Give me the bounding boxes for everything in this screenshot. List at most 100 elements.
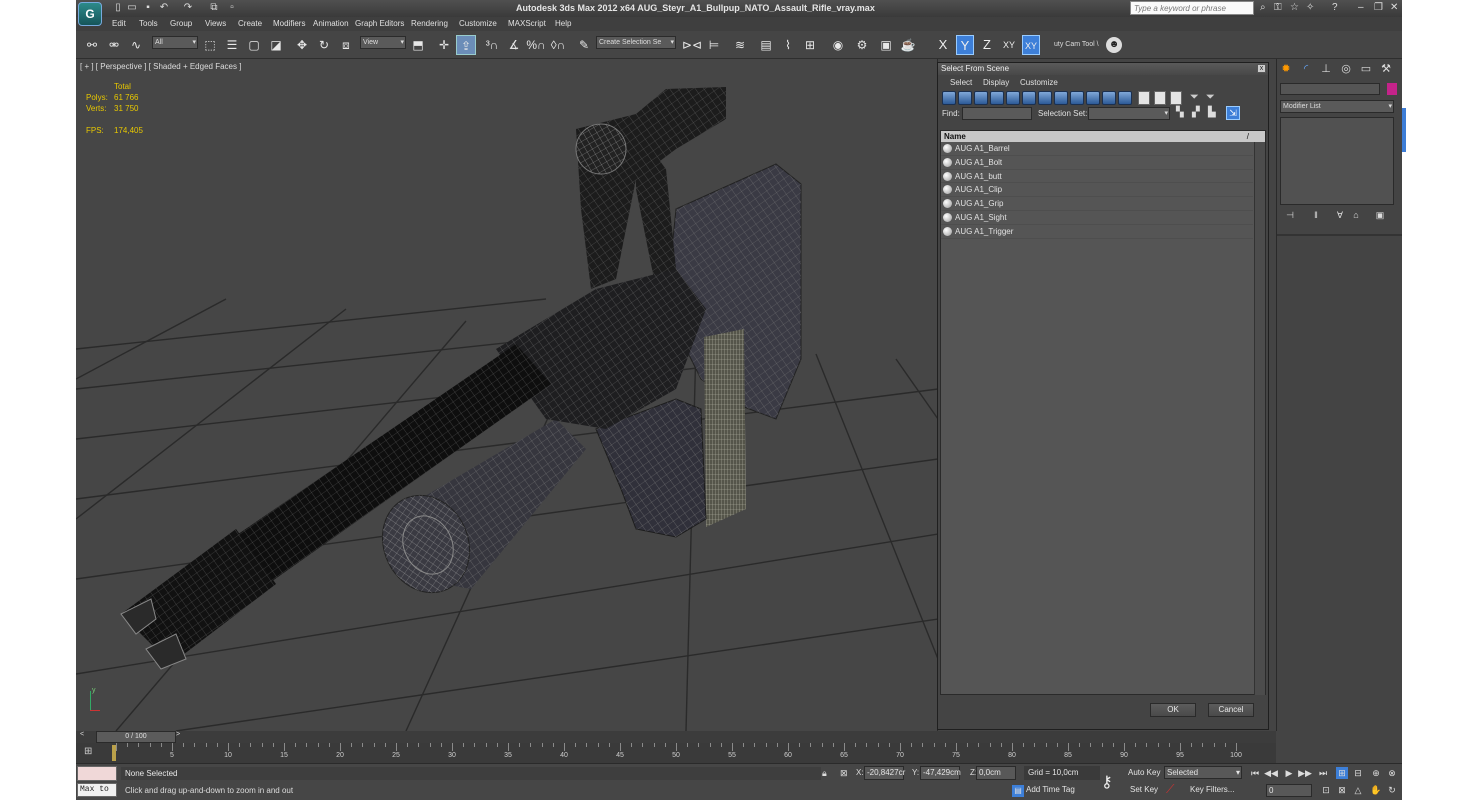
skull-icon[interactable]: ☻ <box>1106 37 1122 53</box>
layer-manager-icon[interactable]: ≋ <box>730 35 750 55</box>
binoculars-icon[interactable]: ⌕ <box>1260 1 1266 15</box>
menu-customize[interactable]: Customize <box>459 19 497 28</box>
show-end-result-icon[interactable]: ‖ <box>1311 210 1321 220</box>
display-all-icon[interactable] <box>1138 91 1150 105</box>
display-cameras-icon[interactable] <box>990 91 1004 105</box>
zoom-icon[interactable]: ⊕ <box>1370 767 1382 779</box>
maxscript-listener-box[interactable] <box>77 766 117 781</box>
zoom-all-icon[interactable]: ⊗ <box>1386 767 1398 779</box>
z-coord-field[interactable]: 0,0cm <box>976 766 1016 780</box>
move-icon[interactable]: ✥ <box>292 35 312 55</box>
select-all-icon[interactable]: ▚ <box>1176 107 1184 118</box>
edit-named-selection-icon[interactable]: ✎ <box>574 35 594 55</box>
time-prev-icon[interactable]: < <box>80 731 84 738</box>
object-color-swatch[interactable] <box>1387 83 1397 95</box>
bind-spacewarp-icon[interactable]: ∿ <box>126 35 146 55</box>
window-crossing-icon[interactable]: ◪ <box>266 35 286 55</box>
track-view-icon[interactable]: ⊞ <box>84 746 92 757</box>
menu-help[interactable]: Help <box>555 19 571 28</box>
close-icon[interactable]: ✕ <box>1390 1 1398 15</box>
next-frame-icon[interactable]: ▶▶ <box>1298 767 1312 779</box>
column-header-name[interactable]: Name / <box>941 131 1265 142</box>
selection-lock-icon[interactable]: 🔒︎ <box>822 768 827 779</box>
utilities-tab-icon[interactable]: ⚒ <box>1379 62 1393 76</box>
display-shapes-icon[interactable] <box>958 91 972 105</box>
modify-tab-icon[interactable]: ◜ <box>1299 62 1313 76</box>
menu-views[interactable]: Views <box>205 19 226 28</box>
dialog-close-button[interactable]: x <box>1257 64 1266 73</box>
modifier-stack[interactable] <box>1280 117 1394 205</box>
perspective-viewport[interactable]: [ + ] [ Perspective ] [ Shaded + Edged F… <box>76 59 938 731</box>
list-item[interactable]: AUG A1_Grip <box>941 197 1253 211</box>
render-icon[interactable]: ☕ <box>898 35 918 55</box>
maxscript-mini-listener[interactable]: Max to <box>77 783 117 797</box>
list-item[interactable]: AUG A1_Sight <box>941 211 1253 225</box>
display-lights-icon[interactable] <box>974 91 988 105</box>
absolute-mode-icon[interactable]: ⊠ <box>840 768 848 779</box>
field-of-view-icon[interactable]: △ <box>1352 784 1364 796</box>
snap-toggle-icon[interactable]: ³∩ <box>482 35 502 55</box>
graphite-toggle-icon[interactable]: ▤ <box>756 35 776 55</box>
help-icon[interactable]: ? <box>1332 1 1338 15</box>
restore-icon[interactable]: ❐ <box>1374 1 1383 15</box>
display-geometry-icon[interactable] <box>942 91 956 105</box>
display-hidden-icon[interactable] <box>1118 91 1132 105</box>
hierarchy-tab-icon[interactable]: ⊥ <box>1319 62 1333 76</box>
scale-icon[interactable]: ⧈ <box>336 35 356 55</box>
list-scrollbar[interactable] <box>1254 142 1265 695</box>
viewport-label[interactable]: [ + ] [ Perspective ] [ Shaded + Edged F… <box>80 62 241 71</box>
configure-modifier-sets-icon[interactable]: ▣ <box>1375 210 1385 220</box>
spinner-snap-icon[interactable]: ◊∩ <box>548 35 568 55</box>
set-key-icon[interactable]: ⚷ <box>1101 772 1113 792</box>
schematic-view-icon[interactable]: ⊞ <box>800 35 820 55</box>
constrain-x-button[interactable]: X <box>934 35 952 55</box>
constrain-plane-button[interactable]: XY <box>1022 35 1040 55</box>
mirror-icon[interactable]: ⊳⊲ <box>682 35 702 55</box>
favorites-icon[interactable]: ☆ <box>1290 1 1299 15</box>
display-groups-icon[interactable] <box>1038 91 1052 105</box>
save-icon[interactable]: ▪ <box>142 2 154 14</box>
unlink-icon[interactable]: ⚮ <box>104 35 124 55</box>
minimize-icon[interactable]: – <box>1358 1 1364 15</box>
rendered-frame-icon[interactable]: ▣ <box>876 35 896 55</box>
new-file-icon[interactable]: ▯ <box>112 2 124 14</box>
time-next-icon[interactable]: > <box>176 731 180 738</box>
named-selection-dropdown[interactable]: Create Selection Se <box>596 36 676 49</box>
menu-maxscript[interactable]: MAXScript <box>508 19 546 28</box>
zoom-extents-all-icon[interactable]: ⊠ <box>1336 784 1348 796</box>
ok-button[interactable]: OK <box>1150 703 1196 717</box>
quick-access-menu-icon[interactable]: ▫ <box>226 2 238 14</box>
project-folder-icon[interactable]: ⧉ <box>208 2 220 14</box>
list-item[interactable]: AUG A1_Bolt <box>941 156 1253 170</box>
angle-snap-icon[interactable]: ∡ <box>504 35 524 55</box>
modifier-list-dropdown[interactable]: Modifier List <box>1280 100 1394 113</box>
reference-coordinate-dropdown[interactable]: View <box>360 36 406 49</box>
comm-center-icon[interactable]: ✧ <box>1306 1 1314 15</box>
list-item[interactable]: AUG A1_Clip <box>941 183 1253 198</box>
create-tab-icon[interactable]: ✹ <box>1279 62 1293 76</box>
pin-stack-icon[interactable]: ⊣ <box>1285 210 1295 220</box>
filter-options-icon[interactable]: ⏷ <box>1206 91 1215 104</box>
find-input[interactable] <box>962 107 1032 120</box>
dialog-menu-select[interactable]: Select <box>950 78 972 87</box>
menu-create[interactable]: Create <box>238 19 262 28</box>
make-unique-icon[interactable]: ∀ <box>1335 210 1345 220</box>
constrain-z-button[interactable]: Z <box>978 35 996 55</box>
key-mode-toggle-icon[interactable]: ⊞ <box>1336 767 1348 779</box>
key-mode-dropdown[interactable]: Selected <box>1164 766 1242 779</box>
add-time-tag-button[interactable]: Add Time Tag <box>1026 785 1075 794</box>
menu-modifiers[interactable]: Modifiers <box>273 19 305 28</box>
current-frame-field[interactable]: 0 <box>1266 784 1312 797</box>
zoom-extents-icon[interactable]: ⊡ <box>1320 784 1332 796</box>
align-icon[interactable]: ⊨ <box>704 35 724 55</box>
orbit-icon[interactable]: ↻ <box>1386 784 1398 796</box>
display-helpers-icon[interactable] <box>1006 91 1020 105</box>
pivot-center-icon[interactable]: ⬒ <box>408 35 428 55</box>
set-key-button[interactable]: Set Key <box>1130 785 1158 794</box>
previous-frame-icon[interactable]: ◀◀ <box>1264 767 1278 779</box>
time-tag-icon[interactable]: ▤ <box>1012 785 1024 797</box>
select-dependents-icon[interactable]: ⇲ <box>1226 106 1240 120</box>
display-bones-icon[interactable] <box>1070 91 1084 105</box>
time-config-icon[interactable]: ⊟ <box>1352 767 1364 779</box>
y-coord-field[interactable]: -47,429cm <box>920 766 961 780</box>
